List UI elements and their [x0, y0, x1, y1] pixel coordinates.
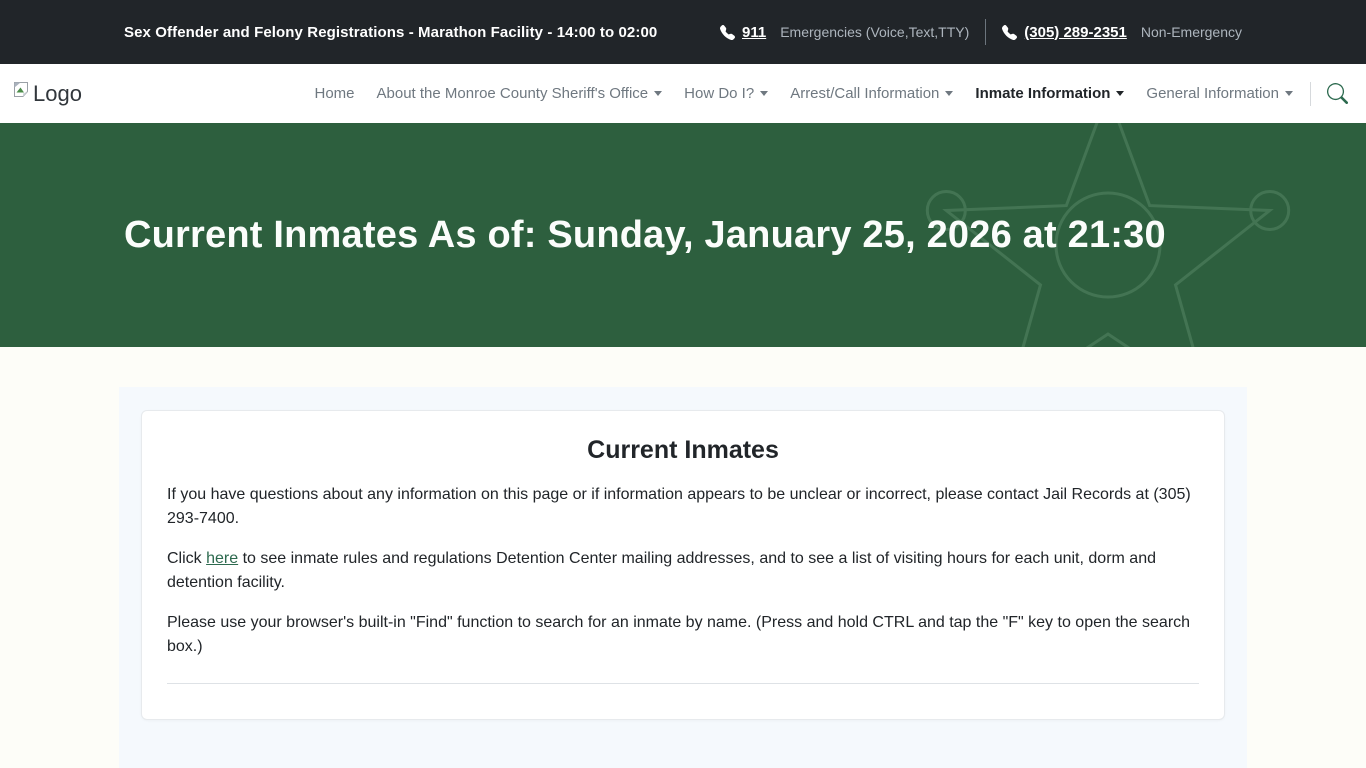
jail-records-contact-paragraph: If you have questions about any informat… — [167, 486, 1191, 527]
nav-item-home[interactable]: Home — [304, 75, 366, 112]
section-divider — [167, 683, 1199, 684]
page-title: Current Inmates As of: Sunday, January 2… — [124, 213, 1166, 256]
non-emergency-number: (305) 289-2351 — [1024, 23, 1127, 41]
non-emergency-label: Non-Emergency — [1140, 24, 1242, 40]
non-emergency-phone-link[interactable]: (305) 289-2351 Non-Emergency — [1002, 24, 1242, 41]
nav-item-about[interactable]: About the Monroe County Sheriff's Office — [366, 75, 674, 112]
nav-divider — [1310, 81, 1311, 106]
top-bar: Sex Offender and Felony Registrations - … — [0, 0, 1366, 64]
current-inmates-card: Current Inmates If you have questions ab… — [141, 410, 1225, 720]
search-button[interactable] — [1321, 79, 1354, 108]
nav-item-arrest-call-information[interactable]: Arrest/Call Information — [779, 75, 964, 112]
logo-alt-text: Logo — [33, 80, 82, 106]
chevron-down-icon — [760, 91, 769, 96]
content-section: Current Inmates If you have questions ab… — [119, 387, 1247, 768]
nav-item-general-information[interactable]: General Information — [1135, 75, 1304, 112]
logo-link[interactable]: Logo — [13, 81, 82, 107]
chevron-down-icon — [945, 91, 954, 96]
emergency-label: Emergencies (Voice,Text,TTY) — [780, 24, 970, 40]
chevron-down-icon — [1285, 91, 1293, 96]
main-nav: Home About the Monroe County Sheriff's O… — [304, 75, 1355, 112]
broken-image-icon — [14, 81, 28, 97]
navbar: Logo Home About the Monroe County Sherif… — [0, 64, 1366, 123]
search-icon — [1327, 83, 1348, 104]
phone-icon — [720, 24, 735, 40]
top-bar-divider — [985, 19, 987, 45]
emergency-phone-link[interactable]: 911 Emergencies (Voice,Text,TTY) — [720, 24, 969, 41]
nav-item-inmate-information[interactable]: Inmate Information — [964, 75, 1135, 112]
find-function-paragraph: Please use your browser's built-in "Find… — [167, 614, 1191, 655]
emergency-number: 911 — [742, 23, 767, 41]
phone-contact-group: 911 Emergencies (Voice,Text,TTY) (305) 2… — [720, 19, 1242, 45]
chevron-down-icon — [654, 91, 663, 96]
chevron-down-icon — [1116, 91, 1125, 96]
hero-banner: Current Inmates As of: Sunday, January 2… — [0, 123, 1366, 347]
nav-item-how-do-i[interactable]: How Do I? — [673, 75, 779, 112]
card-title: Current Inmates — [587, 436, 779, 464]
phone-icon — [1002, 24, 1018, 40]
registration-announcement: Sex Offender and Felony Registrations - … — [124, 23, 658, 41]
here-link[interactable]: here — [206, 550, 238, 567]
visiting-hours-paragraph: Click here to see inmate rules and regul… — [167, 550, 1156, 591]
